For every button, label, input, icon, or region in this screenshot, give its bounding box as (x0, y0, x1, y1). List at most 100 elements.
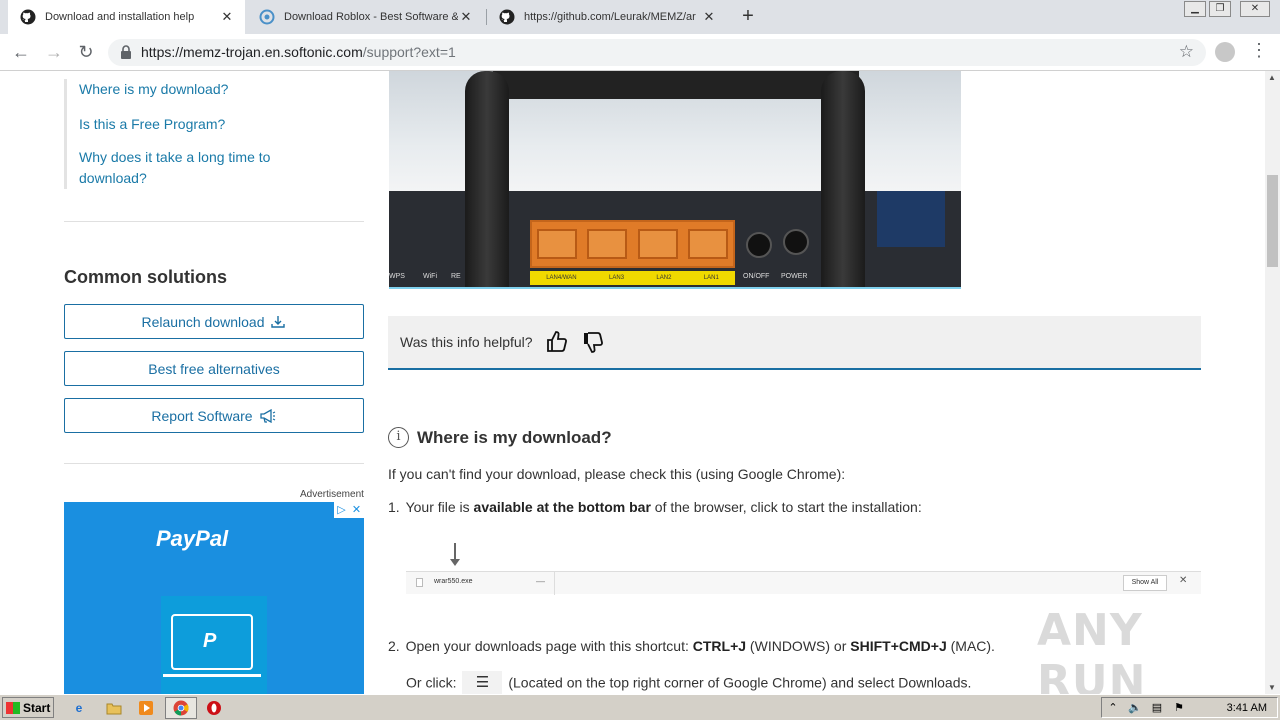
taskbar-clock[interactable]: 3:41 AM (1227, 702, 1267, 714)
ad-choices-badge[interactable]: ▷ ✕ (334, 502, 364, 518)
start-button[interactable]: Start (2, 697, 54, 718)
opera-icon[interactable] (204, 698, 224, 718)
download-icon (271, 315, 286, 328)
close-bar-icon: ✕ (1179, 575, 1188, 586)
tab-title: https://github.com/Leurak/MEMZ/ar (524, 11, 696, 23)
restore-button[interactable]: ❐ (1209, 1, 1231, 17)
step-text: of the browser, click to start the insta… (650, 499, 922, 515)
lan-port (587, 229, 628, 259)
paypal-logo: PPayPal (156, 526, 228, 552)
faq-link-free-program[interactable]: Is this a Free Program? (79, 114, 364, 147)
megaphone-icon (259, 408, 275, 423)
github-icon (20, 9, 36, 25)
lan-port (687, 229, 728, 259)
minimize-button[interactable]: ▁ (1184, 1, 1206, 17)
softonic-icon (259, 9, 275, 25)
github-icon (499, 9, 515, 25)
on-off-switch (746, 232, 772, 258)
step-1: 1. Your file is available at the bottom … (388, 499, 922, 515)
start-label: Start (23, 700, 51, 715)
reload-icon[interactable]: ↻ (75, 42, 97, 64)
scroll-up-icon[interactable]: ▲ (1268, 73, 1276, 82)
step-emphasis: available at the bottom bar (473, 499, 651, 515)
hamburger-menu-icon: ☰ (462, 671, 503, 694)
thumbs-down-icon[interactable] (581, 330, 605, 354)
step-text: Open your downloads page with this short… (405, 638, 693, 654)
thumbs-up-icon[interactable] (545, 330, 569, 354)
close-tab-icon[interactable]: ✕ (458, 9, 474, 25)
file-menu-icon: — (536, 576, 545, 586)
ad-brand: PayPal (156, 526, 229, 551)
image-underline (389, 287, 961, 289)
url-path: /support?ext=1 (362, 44, 456, 60)
shortcut-mac: SHIFT+CMD+J (850, 638, 947, 654)
download-bar-screenshot: wrar550.exe — Show All ✕ (406, 543, 1201, 595)
scrollbar-thumb[interactable] (1267, 175, 1278, 267)
back-icon[interactable]: ← (10, 42, 32, 64)
paypal-ad[interactable]: ▷✕ PPayPal P (64, 502, 364, 694)
tab-title: Download Roblox - Best Software & (284, 11, 458, 23)
step-text: (Located on the top right corner of Goog… (508, 674, 972, 691)
divider (64, 463, 364, 464)
best-free-alternatives-button[interactable]: Best free alternatives (64, 351, 364, 386)
info-icon: i (388, 427, 409, 448)
page-scrollbar[interactable]: ▲ ▼ (1265, 71, 1280, 694)
antenna-right (821, 71, 865, 289)
download-bar: wrar550.exe — Show All ✕ (406, 571, 1201, 595)
report-software-button[interactable]: Report Software (64, 398, 364, 433)
step-2: 2. Open your downloads page with this sh… (388, 638, 995, 654)
step-text: (WINDOWS) or (746, 638, 851, 654)
folder-icon[interactable] (104, 698, 124, 718)
bar-divider (554, 572, 555, 595)
antenna-left (465, 71, 509, 289)
menu-icon[interactable]: ⋮ (1250, 40, 1268, 61)
volume-icon[interactable]: 🔈 (1124, 701, 1146, 714)
forward-icon[interactable]: → (43, 42, 65, 64)
lan-port (537, 229, 578, 259)
chrome-icon[interactable] (171, 698, 191, 718)
tab-github-memz[interactable]: https://github.com/Leurak/MEMZ/ar ✕ (487, 0, 727, 34)
network-icon[interactable]: ▤ (1146, 701, 1168, 714)
download-file-name: wrar550.exe (434, 578, 473, 585)
wifi-label: WiFi (423, 273, 437, 280)
ad-close-icon[interactable]: ✕ (349, 502, 364, 518)
new-tab-button[interactable]: + (738, 5, 758, 29)
router-image: LAN4/WAN LAN3 LAN2 LAN1 WPS WiFi RE ON/O… (389, 71, 961, 289)
advertisement-label: Advertisement (300, 489, 364, 500)
show-all-label: Show All (1123, 575, 1167, 591)
close-tab-icon[interactable]: ✕ (701, 9, 717, 25)
wps-label: WPS (389, 273, 405, 280)
bookmark-star-icon[interactable]: ☆ (1179, 42, 1194, 62)
reset-label: RE (451, 273, 461, 280)
system-tray: ⌃ 🔈 ▤ ⚑ 3:41 AM (1101, 697, 1278, 718)
anyrun-watermark: ANY RUN (1037, 605, 1147, 694)
address-bar[interactable]: https://memz-trojan.en.softonic.com/supp… (108, 39, 1206, 66)
step-text: (MAC). (946, 638, 995, 654)
relaunch-download-button[interactable]: Relaunch download (64, 304, 364, 339)
profile-avatar[interactable] (1215, 42, 1235, 62)
button-label: Best free alternatives (148, 360, 280, 377)
faq-link-long-time[interactable]: Why does it take a long time to download… (79, 147, 289, 189)
port-label: LAN3 (609, 275, 625, 281)
internet-explorer-icon[interactable]: e (69, 698, 89, 718)
intro-text: If you can't find your download, please … (388, 466, 846, 482)
faq-link-where-download[interactable]: Where is my download? (79, 79, 364, 114)
ad-info-icon[interactable]: ▷ (334, 502, 349, 518)
tab-title: Download and installation help (45, 11, 195, 23)
button-label: Relaunch download (141, 313, 265, 330)
tab-download-help[interactable]: Download and installation help ✕ (8, 0, 245, 34)
tray-expand-icon[interactable]: ⌃ (1102, 701, 1124, 714)
media-player-icon[interactable] (136, 698, 156, 718)
url-host: https://memz-trojan.en.softonic.com (141, 44, 363, 60)
port-label: LAN1 (703, 275, 719, 281)
windows-taskbar: Start e ⌃ 🔈 ▤ ⚑ 3:41 AM (0, 694, 1280, 720)
lock-icon (121, 45, 131, 59)
divider (64, 221, 364, 222)
lan-ports (530, 220, 735, 268)
tab-roblox[interactable]: Download Roblox - Best Software & ✕ (247, 0, 484, 34)
action-center-flag-icon[interactable]: ⚑ (1168, 701, 1190, 714)
laptop-tile: P (161, 596, 267, 694)
close-window-button[interactable]: ✕ (1240, 1, 1270, 17)
scroll-down-icon[interactable]: ▼ (1268, 683, 1276, 692)
close-tab-icon[interactable]: ✕ (219, 9, 235, 25)
